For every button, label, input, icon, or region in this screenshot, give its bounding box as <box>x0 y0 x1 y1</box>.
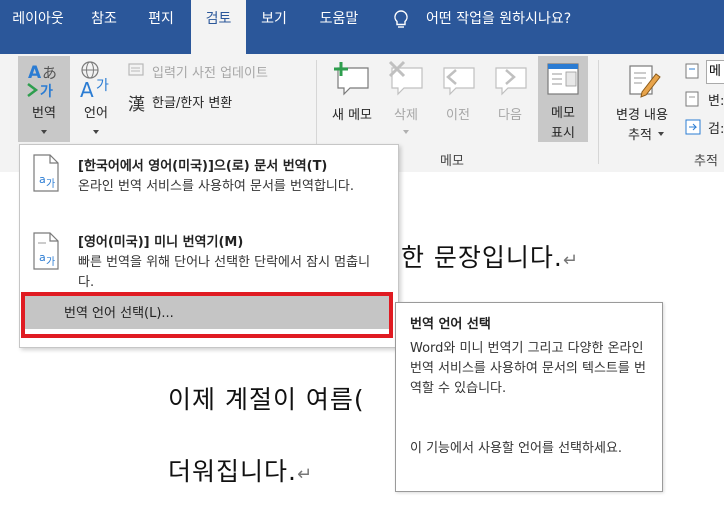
svg-text:가: 가 <box>96 78 109 94</box>
previous-comment-icon <box>443 67 475 96</box>
show-markup-icon <box>685 91 699 107</box>
show-markup-button[interactable]: 변: <box>684 90 724 110</box>
hangul-hanja-label: 한글/한자 변환 <box>152 96 233 111</box>
translate-document-icon: a 가 <box>33 154 59 192</box>
new-comment-icon <box>334 62 369 96</box>
review-pane-label: 검: <box>708 122 724 137</box>
tooltip-title: 번역 언어 선택 <box>410 317 491 332</box>
tooltip-body: Word와 미니 번역기 그리고 다양한 온라인 번역 서비스를 사용하여 문서… <box>410 341 646 396</box>
markup-select[interactable]: 메 <box>706 60 724 84</box>
tab-references[interactable]: 참조 <box>76 0 132 54</box>
tooltip-body-2: 이 기능에서 사용할 언어를 선택하세요. <box>410 441 623 456</box>
tab-review[interactable]: 검토 <box>191 0 246 54</box>
paragraph-mark: ↵ <box>562 250 579 271</box>
svg-text:A: A <box>80 78 94 100</box>
new-memo-label: 새 메모 <box>331 108 372 123</box>
show-memo-button[interactable]: 메모 표시 <box>538 56 588 142</box>
document-line-2[interactable]: 이제 계절이 여름( <box>168 380 365 416</box>
ribbon-tab-bar: 레이아웃 참조 편지 검토 보기 도움말 어떤 작업을 원하시나요? <box>0 0 724 54</box>
language-label: 언어 <box>84 106 108 121</box>
hangul-hanja-convert-button[interactable]: 漢 한글/한자 변환 <box>128 90 328 115</box>
mini-translator-icon: a 가 <box>33 232 59 270</box>
translate-icon: A あ 가 <box>27 63 57 98</box>
svg-text:가: 가 <box>46 256 55 268</box>
hanja-icon: 漢 <box>128 95 145 115</box>
delete-memo-label: 삭제 <box>394 108 418 123</box>
svg-text:a: a <box>39 173 46 186</box>
dictionary-update-icon <box>128 63 144 76</box>
document-text: 더워집니다. <box>168 457 297 486</box>
review-pane-icon <box>685 119 701 135</box>
tell-me-search[interactable]: 어떤 작업을 원하시나요? <box>426 0 571 38</box>
previous-memo-button[interactable]: 이전 <box>434 56 482 142</box>
previous-memo-label: 이전 <box>446 108 470 123</box>
delete-memo-button[interactable]: 삭제 <box>382 56 430 142</box>
mini-translator-title: [영어(미국)] 미니 번역기(M) <box>78 235 244 250</box>
tab-mailings[interactable]: 편지 <box>132 0 190 54</box>
translate-label: 번역 <box>32 106 56 121</box>
track-changes-label-1: 변경 내용 <box>616 108 668 123</box>
ime-dictionary-update-label: 입력기 사전 업데이트 <box>152 66 268 81</box>
translate-button[interactable]: A あ 가 번역 <box>18 56 70 142</box>
markup-display-dropdown[interactable]: 메 <box>684 60 724 84</box>
translate-document-desc: 온라인 번역 서비스를 사용하여 문서를 번역합니다. <box>78 179 354 194</box>
tab-view[interactable]: 보기 <box>246 0 302 54</box>
svg-text:a: a <box>39 251 46 264</box>
svg-text:A: A <box>28 63 42 83</box>
group-separator <box>598 60 599 164</box>
show-markup-label: 변: <box>708 94 724 109</box>
translate-document-title: [한국어에서 영어(미국)]으(로) 문서 번역(T) <box>78 159 328 174</box>
track-group-label: 추적 <box>694 154 718 169</box>
paragraph-mark: ↵ <box>296 464 314 485</box>
svg-text:あ: あ <box>42 64 57 82</box>
translate-document-menu-item[interactable]: a 가 [한국어에서 영어(미국)]으(로) 문서 번역(T) 온라인 번역 서… <box>20 145 398 219</box>
chevron-down-icon <box>658 132 664 136</box>
chevron-down-icon <box>41 130 47 134</box>
show-memo-label-2: 표시 <box>551 126 575 141</box>
tab-help[interactable]: 도움말 <box>302 0 376 54</box>
chevron-down-icon <box>93 130 99 134</box>
next-comment-icon <box>495 67 527 96</box>
new-memo-button[interactable]: 새 메모 <box>324 56 380 142</box>
highlight-frame <box>21 292 393 338</box>
language-button[interactable]: A 가 언어 <box>72 56 120 142</box>
track-changes-icon <box>629 65 661 98</box>
delete-comment-icon <box>388 60 423 96</box>
next-memo-button[interactable]: 다음 <box>486 56 534 142</box>
document-line-3[interactable]: 더워집니다.↵ <box>168 452 313 488</box>
tab-layout[interactable]: 레이아웃 <box>0 0 76 54</box>
svg-text:가: 가 <box>40 84 53 98</box>
markup-icon <box>685 63 699 79</box>
language-icon: A 가 <box>80 61 109 100</box>
word-window: { "tabs": ["레이아웃", "참조", "편지", "검토", "보기… <box>0 0 724 506</box>
track-changes-button[interactable]: 변경 내용 추적 <box>606 56 678 143</box>
mini-translator-desc: 빠른 번역을 위해 단어나 선택한 단락에서 잠시 멈춥니다. <box>78 255 371 290</box>
next-memo-label: 다음 <box>498 108 522 123</box>
review-pane-button[interactable]: 검: <box>684 118 724 138</box>
chevron-down-icon <box>403 130 409 134</box>
svg-text:가: 가 <box>46 178 55 190</box>
lightbulb-icon <box>394 10 408 28</box>
mini-translator-menu-item[interactable]: a 가 [영어(미국)] 미니 번역기(M) 빠른 번역을 위해 단어나 선택한… <box>20 225 398 293</box>
memo-group-label: 메모 <box>440 154 464 169</box>
document-text: 이제 계절이 여름( <box>168 385 365 414</box>
show-memo-label-1: 메모 <box>551 106 575 121</box>
tooltip-choose-translation-language: 번역 언어 선택 Word와 미니 번역기 그리고 다양한 온라인 번역 서비스… <box>395 302 663 492</box>
show-comments-icon <box>547 63 579 95</box>
